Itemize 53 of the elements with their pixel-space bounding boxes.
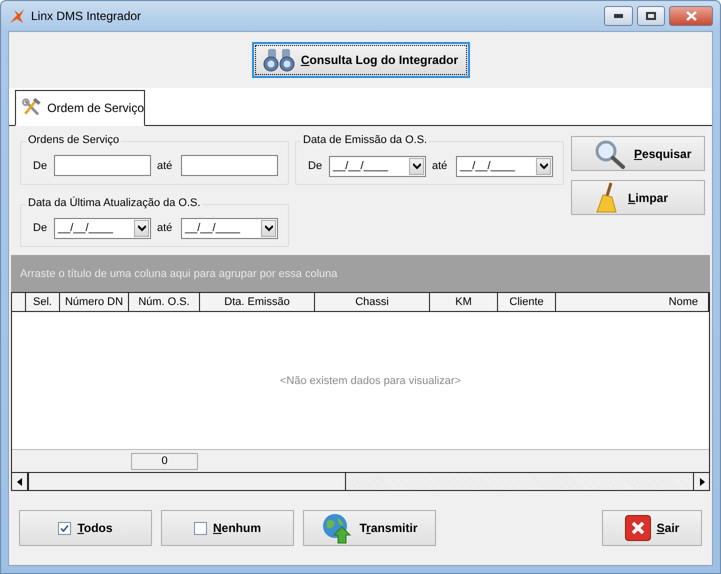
field-label: De — [308, 160, 323, 172]
close-button[interactable] — [669, 6, 713, 26]
field-label: De — [33, 160, 48, 172]
log-button[interactable]: Consulta Log do Integrador — [252, 42, 470, 78]
app-logo-icon — [9, 8, 25, 24]
transmit-button[interactable]: Transmitir — [303, 510, 436, 546]
column-header[interactable]: Cliente — [498, 293, 556, 311]
group-hint: Arraste o título de uma coluna aqui para agrupar por essa coluna — [20, 268, 338, 280]
maximize-icon — [646, 12, 656, 20]
clear-button[interactable]: Limpar — [571, 180, 705, 215]
binoculars-icon — [262, 48, 295, 72]
summary-count: 0 — [131, 452, 198, 470]
column-header[interactable]: Sel. — [26, 293, 60, 311]
text-field[interactable] — [181, 155, 278, 176]
tab[interactable]: Ordem de Serviço — [15, 90, 145, 126]
text-field[interactable] — [54, 155, 151, 176]
maximize-button[interactable] — [637, 6, 665, 26]
field-label: De — [33, 222, 48, 234]
checkbox[interactable] — [58, 522, 72, 534]
close-icon — [624, 515, 651, 541]
exit-button[interactable]: Sair — [602, 510, 702, 546]
select-button[interactable]: Todos — [19, 510, 152, 546]
date-dropdown[interactable]: __/__/____ — [181, 218, 278, 239]
column-header[interactable]: Núm. O.S. — [129, 293, 200, 311]
scroll-right-icon — [698, 478, 706, 486]
date-dropdown[interactable]: __/__/____ — [54, 218, 151, 239]
date-dropdown[interactable]: __/__/____ — [329, 156, 426, 176]
date-dropdown[interactable]: __/__/____ — [456, 156, 553, 176]
minimize-icon — [614, 14, 623, 18]
group-title: Data de Emissão da O.S. — [301, 134, 430, 146]
horizontal-scrollbar[interactable] — [12, 472, 709, 490]
search-icon — [594, 138, 626, 168]
window-title: Linx DMS Integrador — [31, 9, 142, 23]
group-title: Data da Última Atualização da O.S. — [26, 196, 202, 208]
select-button[interactable]: Nenhum — [161, 510, 294, 546]
column-header[interactable]: KM — [430, 293, 498, 311]
globe-upload-icon — [321, 512, 354, 544]
search-button[interactable]: Pesquisar — [571, 136, 705, 171]
column-header[interactable]: Nome — [556, 293, 709, 311]
group-title: Ordens de Serviço — [26, 134, 122, 146]
field-label: até — [157, 222, 174, 234]
field-label: até — [432, 160, 448, 172]
empty-message: <Não existem dados para visualizar> — [280, 374, 461, 386]
close-icon — [686, 11, 696, 21]
checkbox[interactable] — [194, 522, 207, 534]
field-label: até — [157, 160, 174, 172]
column-header[interactable]: Número DN — [60, 293, 129, 311]
scroll-left-icon — [16, 478, 24, 486]
check-icon — [60, 524, 70, 532]
minimize-button[interactable] — [604, 6, 633, 26]
column-header[interactable]: Dta. Emissão — [200, 293, 315, 311]
column-header[interactable]: Chassi — [315, 293, 430, 311]
scroll-thumb[interactable] — [28, 473, 346, 490]
